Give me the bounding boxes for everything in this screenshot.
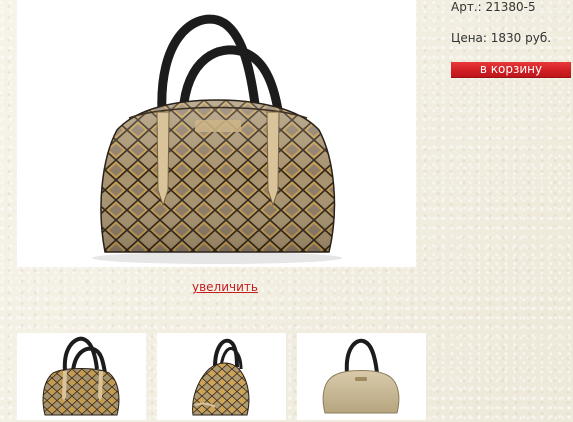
thumbnail-front[interactable] [17, 333, 146, 420]
add-to-cart-button[interactable]: в корзину [451, 62, 571, 78]
product-main-photo [17, 0, 416, 267]
price: Цена: 1830 руб. [451, 31, 552, 45]
thumbnail-side[interactable] [157, 333, 286, 420]
thumbnail-back[interactable] [297, 333, 426, 420]
article-number: Арт.: 21380-5 [451, 0, 536, 14]
zoom-link[interactable]: увеличить [17, 280, 433, 294]
